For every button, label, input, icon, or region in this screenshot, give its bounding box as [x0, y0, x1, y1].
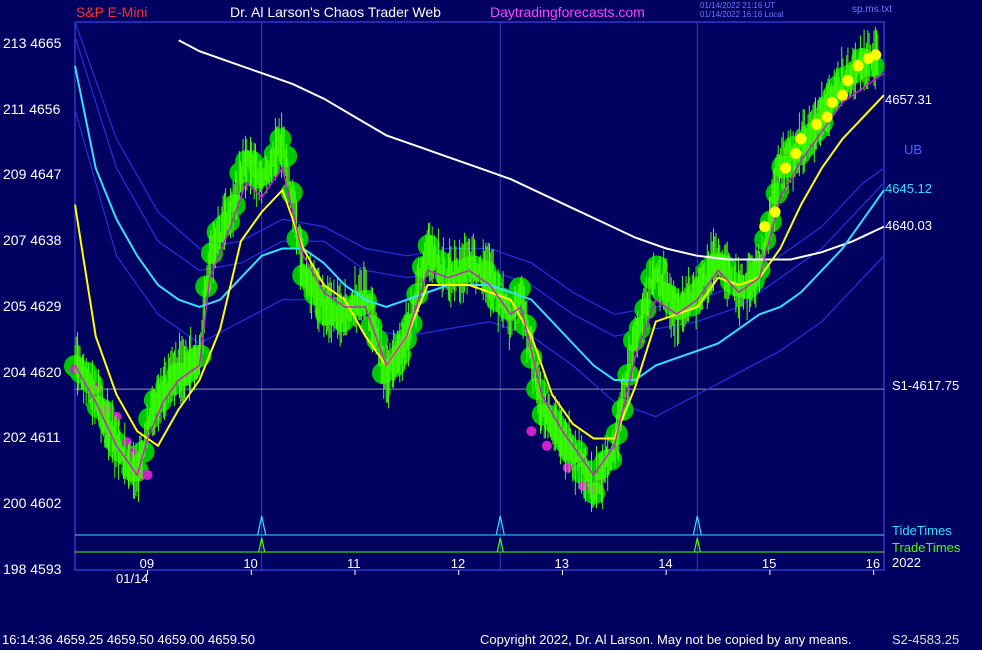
y-tick-label: 207 4638: [3, 232, 62, 249]
y-tick-label: 209 4647: [3, 166, 62, 183]
yellow-dot: [790, 148, 802, 159]
site-link[interactable]: Daytradingforecasts.com: [490, 4, 645, 20]
y-tick-label: 200 4602: [3, 495, 62, 512]
x-tick-label: 10: [243, 556, 258, 571]
ub-label: UB: [904, 142, 923, 157]
plot-frame: [74, 21, 885, 571]
timestamp-utc: 01/14/2022 21:16 UT: [700, 1, 776, 10]
x-tick-label: 09: [139, 556, 155, 571]
yellow-dot: [795, 133, 807, 145]
x-tick-label: 12: [450, 556, 466, 571]
s2-label: S2-4583.25: [892, 632, 960, 647]
last-quote: 16:14:36 4659.25 4659.50 4659.00 4659.50: [2, 632, 256, 647]
magenta-dot: [121, 437, 132, 448]
right-value-label: 4645.12: [885, 181, 932, 197]
x-tick-label: 11: [347, 556, 361, 571]
symbol-title: S&P E-Mini: [76, 4, 148, 20]
timestamp-local: 01/14/2022 16:16 Local: [700, 10, 784, 19]
copyright: Copyright 2022, Dr. Al Larson. May not b…: [480, 632, 852, 647]
chart-title: Dr. Al Larson's Chaos Trader Web: [230, 4, 441, 20]
y-tick-label: 198 4593: [3, 561, 62, 577]
magenta-dot: [541, 440, 552, 451]
support-label: S1-4617.75: [892, 378, 960, 393]
trade-times-label: TradeTimes: [892, 540, 961, 555]
yellow-dot: [821, 111, 833, 123]
date-label: 01/14: [116, 571, 149, 586]
x-tick-label: 13: [554, 556, 569, 571]
y-tick-label: 205 4629: [3, 297, 62, 314]
yellow-dot: [780, 162, 791, 174]
yellow-dot: [870, 49, 882, 61]
y-tick-label: 202 4611: [3, 429, 61, 446]
magenta-dot: [142, 470, 153, 480]
yellow-dot: [852, 60, 864, 72]
y-tick-label: 211 4656: [3, 100, 61, 117]
price-chart: [64, 21, 885, 575]
yellow-dot: [842, 75, 854, 86]
right-value-label: 4657.31: [885, 92, 932, 108]
yellow-dot: [811, 118, 823, 130]
right-value-label: 4640.03: [885, 218, 932, 234]
yellow-dot: [759, 221, 771, 233]
yellow-dot: [826, 96, 838, 108]
y-tick-label: 213 4665: [3, 34, 62, 51]
x-tick-label: 16: [865, 556, 881, 571]
y-tick-label: 204 4620: [3, 363, 62, 380]
magenta-dot: [578, 481, 589, 491]
x-tick-label: 15: [761, 556, 777, 571]
magenta-dot: [526, 426, 537, 437]
yellow-dot: [769, 206, 781, 218]
yellow-dot: [837, 89, 848, 101]
year-label: 2022: [892, 555, 921, 570]
x-tick-label: 14: [658, 556, 673, 571]
tide-times-label: TideTimes: [892, 523, 952, 538]
data-file: sp.ms.txt: [852, 4, 893, 15]
